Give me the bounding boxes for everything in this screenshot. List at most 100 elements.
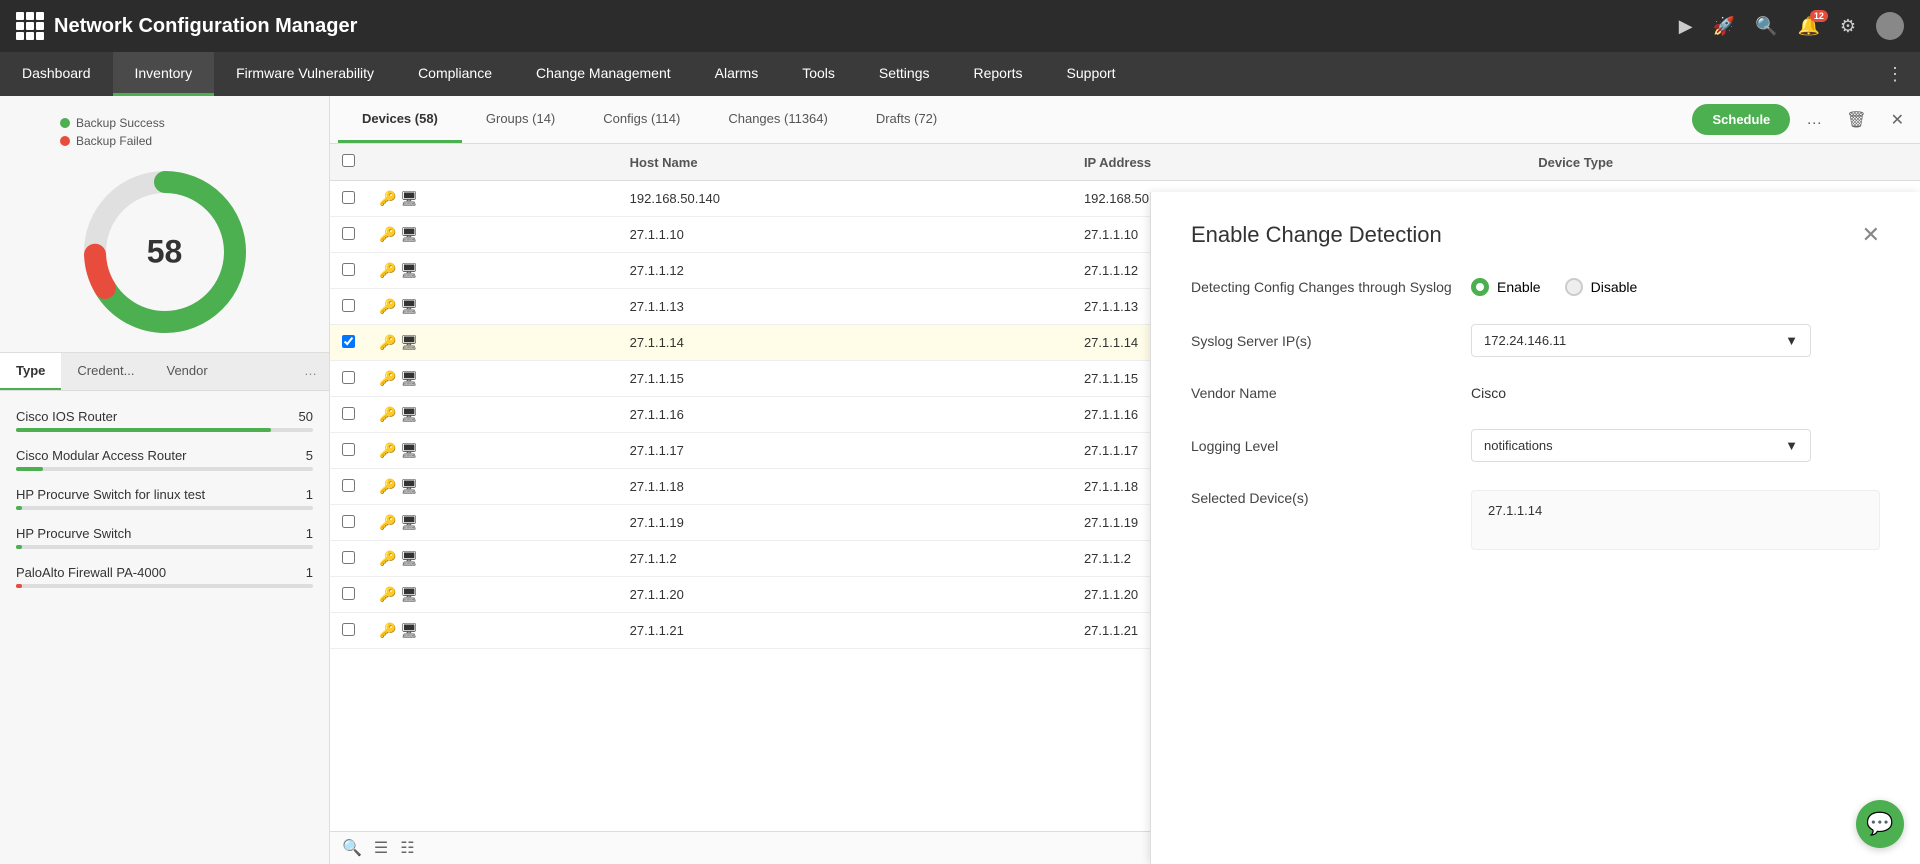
nav-inventory[interactable]: Inventory xyxy=(113,52,215,96)
navbar-more-icon[interactable]: ⋮ xyxy=(1870,52,1920,96)
row-hostname: 27.1.1.16 xyxy=(618,397,1072,433)
modal-syslog-server-row: Syslog Server IP(s) 172.24.146.11 ▼ xyxy=(1191,324,1880,357)
close-button[interactable]: ✕ xyxy=(1883,106,1912,134)
row-checkbox[interactable] xyxy=(342,443,355,456)
notifications-icon[interactable]: 🔔 12 xyxy=(1797,16,1819,37)
list-item[interactable]: PaloAlto Firewall PA-4000 1 xyxy=(0,557,329,596)
topbar: Network Configuration Manager ▶ 🚀 🔍 🔔 12… xyxy=(0,0,1920,52)
row-icons: 🔑 🖥 xyxy=(367,217,618,253)
tab-devices[interactable]: Devices (58) xyxy=(338,97,462,143)
search-table-icon[interactable]: 🔍 xyxy=(342,838,362,858)
search-icon[interactable]: 🔍 xyxy=(1755,16,1777,37)
row-hostname: 27.1.1.20 xyxy=(618,577,1072,613)
filter-icon[interactable]: ☷ xyxy=(400,838,414,858)
select-all-checkbox[interactable] xyxy=(342,154,355,167)
legend-failed-label: Backup Failed xyxy=(76,134,152,148)
vendor-label: Vendor Name xyxy=(1191,385,1471,401)
tab-changes[interactable]: Changes (11364) xyxy=(704,97,852,143)
device-count: 5 xyxy=(306,448,313,463)
disable-radio[interactable]: Disable xyxy=(1565,278,1638,296)
row-icons: 🔑 🖥 xyxy=(367,433,618,469)
tab-groups[interactable]: Groups (14) xyxy=(462,97,579,143)
list-item[interactable]: HP Procurve Switch for linux test 1 xyxy=(0,479,329,518)
device-count: 1 xyxy=(306,487,313,502)
nav-dashboard[interactable]: Dashboard xyxy=(0,52,113,96)
row-icons: 🔑 🖥 xyxy=(367,397,618,433)
donut-section: Backup Success Backup Failed 58 xyxy=(0,96,329,352)
nav-compliance[interactable]: Compliance xyxy=(396,52,514,96)
logging-level-value: notifications xyxy=(1484,438,1553,453)
list-item[interactable]: HP Procurve Switch 1 xyxy=(0,518,329,557)
device-name: PaloAlto Firewall PA-4000 xyxy=(16,565,166,580)
row-hostname: 27.1.1.14 xyxy=(618,325,1072,361)
row-hostname: 27.1.1.2 xyxy=(618,541,1072,577)
sidebar: Backup Success Backup Failed 58 xyxy=(0,96,330,864)
col-type: Device Type xyxy=(1526,144,1920,181)
settings-icon[interactable]: ⚙ xyxy=(1840,16,1856,37)
rocket-icon[interactable]: 🚀 xyxy=(1713,16,1735,37)
nav-reports[interactable]: Reports xyxy=(952,52,1045,96)
tab-type[interactable]: Type xyxy=(0,353,61,390)
syslog-server-value: 172.24.146.11 xyxy=(1484,333,1566,348)
nav-alarms[interactable]: Alarms xyxy=(693,52,781,96)
row-checkbox[interactable] xyxy=(342,299,355,312)
sidebar-tab-more[interactable]: … xyxy=(292,353,329,390)
row-checkbox[interactable] xyxy=(342,551,355,564)
row-checkbox[interactable] xyxy=(342,227,355,240)
device-name: Cisco IOS Router xyxy=(16,409,117,424)
sidebar-tabs: Type Credent... Vendor … xyxy=(0,352,329,391)
nav-firmware-vulnerability[interactable]: Firmware Vulnerability xyxy=(214,52,396,96)
schedule-button[interactable]: Schedule xyxy=(1692,104,1790,135)
tab-actions: Schedule … 🗑 ✕ xyxy=(1692,104,1912,135)
row-checkbox[interactable] xyxy=(342,371,355,384)
enable-change-detection-modal: Enable Change Detection ✕ Detecting Conf… xyxy=(1150,192,1920,864)
sort-icon[interactable]: ☰ xyxy=(374,838,388,858)
logging-level-select[interactable]: notifications ▼ xyxy=(1471,429,1811,462)
list-item[interactable]: Cisco Modular Access Router 5 xyxy=(0,440,329,479)
row-checkbox[interactable] xyxy=(342,407,355,420)
modal-vendor-row: Vendor Name Cisco xyxy=(1191,385,1880,401)
list-item[interactable]: Cisco IOS Router 50 xyxy=(0,401,329,440)
row-checkbox[interactable] xyxy=(342,515,355,528)
syslog-server-select[interactable]: 172.24.146.11 ▼ xyxy=(1471,324,1811,357)
nav-settings[interactable]: Settings xyxy=(857,52,952,96)
tab-credentials[interactable]: Credent... xyxy=(61,353,150,390)
device-type-list: Cisco IOS Router 50 Cisco Modular Access… xyxy=(0,391,329,606)
row-checkbox[interactable] xyxy=(342,479,355,492)
nav-change-management[interactable]: Change Management xyxy=(514,52,693,96)
row-icons: 🔑 🖥 xyxy=(367,181,618,217)
donut-total: 58 xyxy=(147,234,183,271)
fab-chat-button[interactable]: 💬 xyxy=(1856,800,1904,848)
monitor-icon[interactable]: ▶ xyxy=(1679,16,1693,37)
nav-support[interactable]: Support xyxy=(1045,52,1138,96)
tab-drafts[interactable]: Drafts (72) xyxy=(852,97,961,143)
row-checkbox[interactable] xyxy=(342,623,355,636)
vendor-value: Cisco xyxy=(1471,385,1880,401)
content-tabs: Devices (58) Groups (14) Configs (114) C… xyxy=(330,96,1920,144)
row-checkbox[interactable] xyxy=(342,335,355,348)
tab-vendor[interactable]: Vendor xyxy=(150,353,223,390)
avatar[interactable] xyxy=(1876,12,1904,40)
delete-button[interactable]: 🗑 xyxy=(1838,106,1874,134)
legend-success-dot xyxy=(60,118,70,128)
dropdown-arrow-icon: ▼ xyxy=(1785,333,1798,348)
row-checkbox[interactable] xyxy=(342,263,355,276)
more-actions-button[interactable]: … xyxy=(1798,107,1830,133)
row-checkbox[interactable] xyxy=(342,587,355,600)
device-count: 1 xyxy=(306,526,313,541)
row-icons: 🔑 🖥 xyxy=(367,613,618,649)
nav-tools[interactable]: Tools xyxy=(780,52,857,96)
tab-configs[interactable]: Configs (114) xyxy=(579,97,704,143)
device-count: 50 xyxy=(299,409,313,424)
selected-devices-label: Selected Device(s) xyxy=(1191,490,1471,506)
device-name: HP Procurve Switch xyxy=(16,526,131,541)
modal-close-button[interactable]: ✕ xyxy=(1862,222,1880,248)
row-icons: 🔑 🖥 xyxy=(367,505,618,541)
row-checkbox[interactable] xyxy=(342,191,355,204)
row-hostname: 27.1.1.12 xyxy=(618,253,1072,289)
row-icons: 🔑 🖥 xyxy=(367,577,618,613)
enable-radio[interactable]: Enable xyxy=(1471,278,1541,296)
row-icons: 🔑 🖥 xyxy=(367,541,618,577)
syslog-label: Detecting Config Changes through Syslog xyxy=(1191,279,1471,295)
device-name: HP Procurve Switch for linux test xyxy=(16,487,205,502)
